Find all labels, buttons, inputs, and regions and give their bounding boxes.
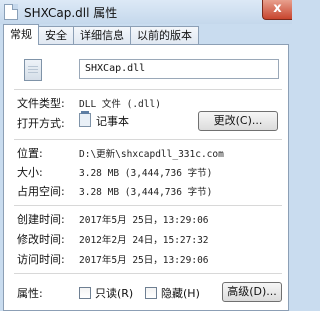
location-label: 位置:: [17, 147, 43, 160]
accessed-label: 访问时间:: [17, 253, 65, 266]
readonly-label: 只读(R): [95, 287, 134, 300]
readonly-checkbox[interactable]: [79, 287, 91, 299]
window-title: SHXCap.dll 属性: [24, 5, 118, 20]
title-bar: SHXCap.dll 属性 x: [0, 0, 292, 24]
tab-previous-versions[interactable]: 以前的版本: [131, 26, 199, 45]
dll-file-icon: [4, 4, 18, 20]
advanced-button[interactable]: 高级(D)...: [222, 282, 282, 302]
close-button[interactable]: x: [262, 0, 292, 20]
accessed-value: 2017年5月 25日，13:29:06: [79, 255, 209, 266]
hidden-label: 隐藏(H): [161, 287, 200, 300]
size-label: 大小:: [17, 166, 43, 179]
tab-general[interactable]: 常规: [3, 24, 39, 45]
modified-value: 2012年2月 24日，15:27:32: [79, 235, 209, 246]
divider: [14, 205, 282, 206]
tab-security[interactable]: 安全: [39, 26, 74, 45]
location-value: D:\更新\shxcapdll_331c.com: [79, 149, 224, 160]
general-panel: SHXCap.dll 文件类型: DLL 文件 (.dll) 打开方式: 记事本…: [3, 44, 289, 311]
open-with-app: 记事本: [96, 115, 129, 128]
tab-strip: 常规 安全 详细信息 以前的版本: [3, 24, 199, 45]
divider: [14, 89, 282, 90]
hidden-checkbox[interactable]: [145, 287, 157, 299]
notepad-icon: [79, 111, 91, 127]
hidden-checkbox-group[interactable]: 隐藏(H): [145, 285, 200, 301]
file-name-field[interactable]: SHXCap.dll: [79, 59, 279, 79]
dll-file-icon: [24, 59, 42, 81]
size-on-disk-label: 占用空间:: [17, 185, 65, 198]
file-type-label: 文件类型:: [17, 97, 65, 110]
tab-details[interactable]: 详细信息: [74, 26, 131, 45]
readonly-checkbox-group[interactable]: 只读(R): [79, 285, 133, 301]
file-type-value: DLL 文件 (.dll): [79, 99, 161, 110]
divider: [14, 139, 282, 140]
created-label: 创建时间:: [17, 213, 65, 226]
attributes-label: 属性:: [17, 287, 43, 300]
size-on-disk-value: 3.28 MB (3,444,736 字节): [79, 187, 213, 198]
divider: [14, 273, 282, 274]
modified-label: 修改时间:: [17, 233, 65, 246]
created-value: 2017年5月 25日，13:29:06: [79, 215, 209, 226]
change-button[interactable]: 更改(C)...: [198, 111, 278, 131]
open-with-label: 打开方式:: [17, 117, 65, 130]
size-value: 3.28 MB (3,444,736 字节): [79, 168, 213, 179]
